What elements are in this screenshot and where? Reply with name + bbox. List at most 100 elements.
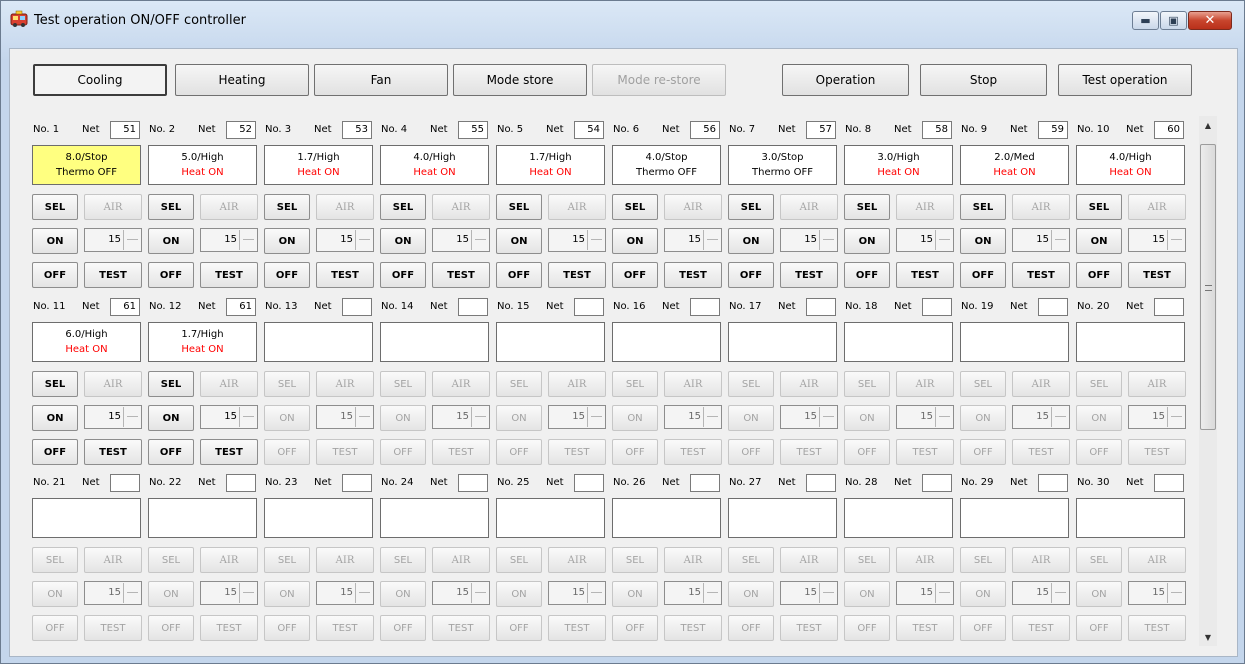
spinner-arrows-icon[interactable] (123, 407, 140, 427)
on-button[interactable]: ON (728, 581, 774, 607)
on-button[interactable]: ON (1076, 581, 1122, 607)
scroll-up-arrow-icon[interactable]: ▲ (1199, 116, 1217, 134)
test-button[interactable]: TEST (432, 439, 490, 465)
air-button[interactable]: AIR (664, 194, 722, 220)
sel-button[interactable]: SEL (496, 194, 542, 220)
unit-status-display[interactable]: 5.0/High Heat ON (148, 145, 257, 185)
test-button[interactable]: TEST (896, 262, 954, 288)
on-button[interactable]: ON (496, 405, 542, 431)
on-button[interactable]: ON (380, 405, 426, 431)
air-button[interactable]: AIR (84, 194, 142, 220)
off-button[interactable]: OFF (1076, 615, 1122, 641)
unit-status-display[interactable]: 1.7/High Heat ON (148, 322, 257, 362)
on-button[interactable]: ON (264, 228, 310, 254)
test-button[interactable]: TEST (1012, 615, 1070, 641)
timer-spinner[interactable]: 15 (664, 581, 722, 605)
test-button[interactable]: TEST (664, 262, 722, 288)
on-button[interactable]: ON (148, 405, 194, 431)
off-button[interactable]: OFF (264, 262, 310, 288)
unit-status-display[interactable] (960, 498, 1069, 538)
unit-status-display[interactable]: 4.0/Stop Thermo OFF (612, 145, 721, 185)
sel-button[interactable]: SEL (612, 371, 658, 397)
spinner-arrows-icon[interactable] (123, 230, 140, 250)
off-button[interactable]: OFF (148, 615, 194, 641)
unit-status-display[interactable] (1076, 322, 1185, 362)
sel-button[interactable]: SEL (1076, 547, 1122, 573)
air-button[interactable]: AIR (548, 194, 606, 220)
timer-spinner[interactable]: 15 (84, 405, 142, 429)
sel-button[interactable]: SEL (380, 371, 426, 397)
sel-button[interactable]: SEL (496, 371, 542, 397)
timer-spinner[interactable]: 15 (1012, 581, 1070, 605)
spinner-arrows-icon[interactable] (703, 583, 720, 603)
spinner-arrows-icon[interactable] (587, 407, 604, 427)
timer-spinner[interactable]: 15 (548, 581, 606, 605)
sel-button[interactable]: SEL (844, 194, 890, 220)
test-button[interactable]: TEST (84, 439, 142, 465)
air-button[interactable]: AIR (200, 371, 258, 397)
on-button[interactable]: ON (32, 581, 78, 607)
unit-status-display[interactable] (148, 498, 257, 538)
air-button[interactable]: AIR (896, 371, 954, 397)
on-button[interactable]: ON (612, 228, 658, 254)
unit-status-display[interactable] (1076, 498, 1185, 538)
sel-button[interactable]: SEL (1076, 194, 1122, 220)
on-button[interactable]: ON (380, 581, 426, 607)
off-button[interactable]: OFF (496, 439, 542, 465)
sel-button[interactable]: SEL (612, 547, 658, 573)
air-button[interactable]: AIR (316, 371, 374, 397)
off-button[interactable]: OFF (380, 439, 426, 465)
air-button[interactable]: AIR (432, 547, 490, 573)
timer-spinner[interactable]: 15 (316, 581, 374, 605)
sel-button[interactable]: SEL (264, 194, 310, 220)
net-address-field[interactable] (1038, 474, 1068, 492)
unit-status-display[interactable] (32, 498, 141, 538)
spinner-arrows-icon[interactable] (935, 230, 952, 250)
on-button[interactable]: ON (32, 228, 78, 254)
test-button[interactable]: TEST (1128, 615, 1186, 641)
on-button[interactable]: ON (728, 228, 774, 254)
mode-button-fan[interactable]: Fan (314, 64, 448, 96)
maximize-button[interactable]: ▣ (1160, 11, 1187, 30)
timer-spinner[interactable]: 15 (316, 228, 374, 252)
close-button[interactable]: ✕ (1188, 11, 1232, 30)
spinner-arrows-icon[interactable] (819, 407, 836, 427)
net-address-field[interactable] (342, 298, 372, 316)
sel-button[interactable]: SEL (264, 371, 310, 397)
timer-spinner[interactable]: 15 (1128, 581, 1186, 605)
test-button[interactable]: TEST (896, 439, 954, 465)
sel-button[interactable]: SEL (148, 371, 194, 397)
sel-button[interactable]: SEL (148, 547, 194, 573)
net-address-field[interactable]: 57 (806, 121, 836, 139)
air-button[interactable]: AIR (432, 194, 490, 220)
off-button[interactable]: OFF (380, 615, 426, 641)
timer-spinner[interactable]: 15 (84, 581, 142, 605)
test-button[interactable]: TEST (432, 262, 490, 288)
sel-button[interactable]: SEL (380, 194, 426, 220)
off-button[interactable]: OFF (32, 439, 78, 465)
minimize-button[interactable]: ▬ (1132, 11, 1159, 30)
unit-status-display[interactable] (844, 498, 953, 538)
net-address-field[interactable]: 52 (226, 121, 256, 139)
air-button[interactable]: AIR (1012, 194, 1070, 220)
off-button[interactable]: OFF (728, 262, 774, 288)
on-button[interactable]: ON (960, 581, 1006, 607)
test-button[interactable]: TEST (84, 615, 142, 641)
spinner-arrows-icon[interactable] (355, 583, 372, 603)
unit-status-display[interactable] (612, 322, 721, 362)
off-button[interactable]: OFF (264, 439, 310, 465)
spinner-arrows-icon[interactable] (1051, 583, 1068, 603)
vertical-scrollbar[interactable]: ▲ ▼ (1199, 116, 1217, 646)
off-button[interactable]: OFF (728, 439, 774, 465)
net-address-field[interactable] (458, 474, 488, 492)
on-button[interactable]: ON (148, 228, 194, 254)
sel-button[interactable]: SEL (960, 194, 1006, 220)
off-button[interactable]: OFF (960, 439, 1006, 465)
unit-status-display[interactable] (728, 322, 837, 362)
net-address-field[interactable]: 56 (690, 121, 720, 139)
off-button[interactable]: OFF (32, 262, 78, 288)
off-button[interactable]: OFF (1076, 262, 1122, 288)
test-button[interactable]: TEST (548, 262, 606, 288)
on-button[interactable]: ON (612, 405, 658, 431)
unit-status-display[interactable] (960, 322, 1069, 362)
